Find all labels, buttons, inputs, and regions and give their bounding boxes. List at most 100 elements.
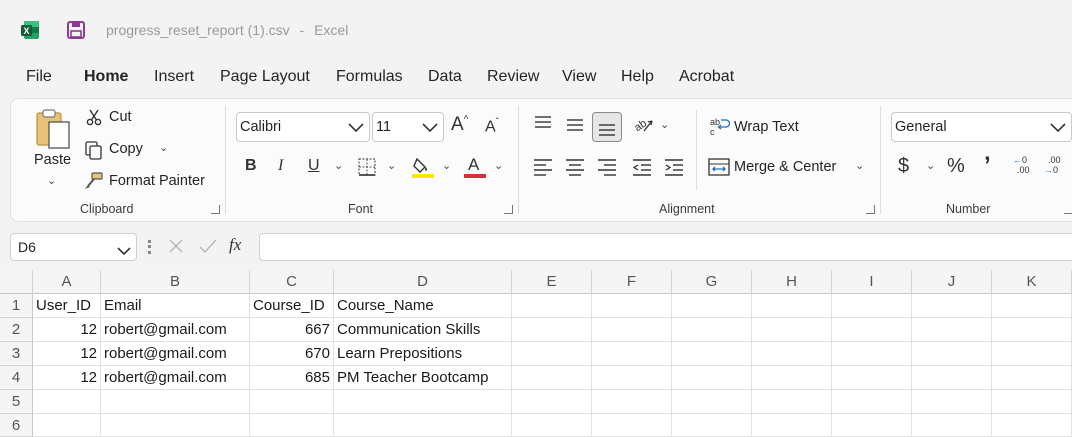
currency-button[interactable]: $ (898, 155, 909, 178)
menu-page-layout[interactable]: Page Layout (220, 68, 310, 86)
menu-view[interactable]: View (562, 68, 596, 86)
table-cell[interactable] (512, 390, 592, 414)
table-cell[interactable] (992, 318, 1072, 342)
insert-function-icon[interactable]: fx (229, 235, 241, 255)
merge-center-button[interactable]: Merge & Center (734, 159, 836, 175)
paste-button[interactable]: Paste (34, 152, 71, 168)
row-header[interactable]: 4 (0, 366, 33, 390)
table-cell[interactable] (672, 390, 752, 414)
bold-button[interactable]: B (245, 157, 257, 175)
table-cell[interactable] (334, 390, 512, 414)
align-left-icon[interactable] (533, 157, 553, 177)
percent-button[interactable]: % (947, 155, 965, 178)
merge-center-dropdown-icon[interactable]: ⌄ (855, 159, 864, 172)
table-cell[interactable]: 667 (250, 318, 334, 342)
increase-font-size-icon[interactable]: A^ (451, 114, 468, 136)
font-color-dropdown-icon[interactable]: ⌄ (494, 159, 503, 172)
underline-button[interactable]: U (308, 157, 320, 175)
table-cell[interactable] (752, 318, 832, 342)
copy-button[interactable]: Copy (109, 141, 143, 157)
column-header[interactable]: K (992, 270, 1072, 294)
number-dialog-launcher[interactable] (1064, 205, 1072, 214)
align-right-icon[interactable] (597, 157, 617, 177)
font-size-select[interactable]: 11 (372, 112, 444, 142)
table-cell[interactable] (832, 390, 912, 414)
row-header[interactable]: 6 (0, 414, 33, 437)
comma-style-button[interactable]: ’ (984, 152, 991, 180)
menu-insert[interactable]: Insert (154, 68, 194, 86)
menu-help[interactable]: Help (621, 68, 654, 86)
menu-home[interactable]: Home (84, 68, 128, 86)
table-cell[interactable]: Course_Name (334, 294, 512, 318)
row-header[interactable]: 5 (0, 390, 33, 414)
table-cell[interactable] (250, 390, 334, 414)
table-cell[interactable] (512, 318, 592, 342)
table-cell[interactable] (992, 366, 1072, 390)
cut-button[interactable]: Cut (109, 109, 132, 125)
align-top-icon[interactable] (533, 114, 553, 132)
table-cell[interactable]: Email (101, 294, 250, 318)
alignment-dialog-launcher[interactable] (866, 205, 875, 214)
table-cell[interactable]: Communication Skills (334, 318, 512, 342)
table-cell[interactable] (101, 390, 250, 414)
table-cell[interactable] (101, 414, 250, 437)
column-header[interactable]: F (592, 270, 672, 294)
wrap-text-icon[interactable]: ab c (710, 116, 731, 137)
borders-icon[interactable] (357, 157, 377, 177)
font-color-icon[interactable]: A (463, 155, 487, 179)
table-cell[interactable] (832, 366, 912, 390)
table-cell[interactable] (912, 294, 992, 318)
menu-acrobat[interactable]: Acrobat (679, 68, 734, 86)
italic-button[interactable]: I (278, 157, 283, 175)
table-cell[interactable] (592, 342, 672, 366)
copy-icon[interactable] (84, 140, 104, 160)
table-cell[interactable] (33, 390, 101, 414)
enter-icon[interactable] (198, 237, 218, 255)
column-header[interactable]: A (33, 270, 101, 294)
column-header[interactable]: E (512, 270, 592, 294)
table-cell[interactable] (33, 414, 101, 437)
table-cell[interactable] (592, 318, 672, 342)
table-cell[interactable] (912, 342, 992, 366)
table-cell[interactable] (592, 366, 672, 390)
column-header[interactable]: C (250, 270, 334, 294)
table-cell[interactable] (672, 342, 752, 366)
cancel-icon[interactable] (167, 237, 185, 255)
column-header[interactable]: J (912, 270, 992, 294)
borders-dropdown-icon[interactable]: ⌄ (387, 159, 396, 172)
font-dialog-launcher[interactable] (504, 205, 513, 214)
table-cell[interactable] (992, 390, 1072, 414)
table-cell[interactable] (752, 414, 832, 437)
orientation-icon[interactable]: ab (632, 115, 654, 135)
table-cell[interactable]: 12 (33, 342, 101, 366)
table-cell[interactable] (832, 294, 912, 318)
chevron-down-icon[interactable] (117, 243, 131, 261)
number-format-select[interactable]: General (891, 112, 1072, 142)
table-cell[interactable] (512, 414, 592, 437)
table-cell[interactable] (992, 294, 1072, 318)
table-cell[interactable] (992, 342, 1072, 366)
table-cell[interactable] (672, 366, 752, 390)
select-all-corner[interactable] (0, 270, 33, 294)
table-cell[interactable]: robert@gmail.com (101, 366, 250, 390)
decrease-font-size-icon[interactable]: Aˇ (485, 117, 499, 136)
table-cell[interactable]: robert@gmail.com (101, 342, 250, 366)
menu-formulas[interactable]: Formulas (336, 68, 403, 86)
name-box[interactable]: D6 (10, 233, 137, 261)
menu-file[interactable]: File (26, 68, 52, 86)
table-cell[interactable] (592, 390, 672, 414)
menu-data[interactable]: Data (428, 68, 462, 86)
table-cell[interactable]: Course_ID (250, 294, 334, 318)
table-cell[interactable] (334, 414, 512, 437)
column-header[interactable]: D (334, 270, 512, 294)
paintbrush-icon[interactable] (84, 171, 104, 191)
merge-center-icon[interactable] (708, 157, 730, 177)
formula-input[interactable] (259, 233, 1072, 261)
menu-review[interactable]: Review (487, 68, 539, 86)
column-header[interactable]: G (672, 270, 752, 294)
column-header[interactable]: B (101, 270, 250, 294)
align-center-icon[interactable] (565, 157, 585, 177)
underline-dropdown-icon[interactable]: ⌄ (334, 159, 343, 172)
wrap-text-button[interactable]: Wrap Text (734, 119, 799, 135)
fill-color-dropdown-icon[interactable]: ⌄ (442, 159, 451, 172)
